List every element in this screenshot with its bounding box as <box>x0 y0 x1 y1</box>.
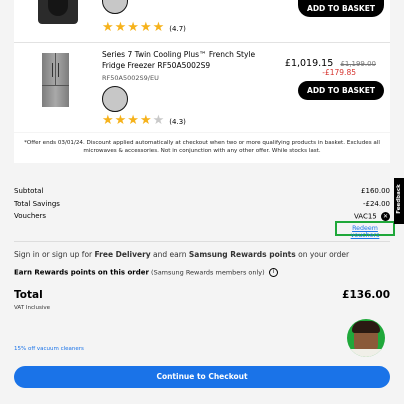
star-rating: ★★★★★ (4.7) <box>102 20 186 35</box>
avatar-hair <box>352 321 380 333</box>
subtotal-value: £160.00 <box>361 187 390 195</box>
savings-label: Total Savings <box>14 200 60 208</box>
free-delivery-text: Free Delivery <box>94 250 151 259</box>
continue-to-checkout-button[interactable]: Continue to Checkout <box>14 366 390 388</box>
total-value: £136.00 <box>342 289 390 301</box>
offer-note-box: *Offer ends 03/01/24. Discount applied a… <box>14 133 390 163</box>
product-card-1: ★★★★★ (4.7) ADD TO BASKET <box>14 0 390 42</box>
signin-prompt: Sign in or sign up for Free Delivery and… <box>14 250 349 259</box>
avatar-shirt <box>351 349 381 357</box>
vat-note: VAT Inclusive <box>14 305 51 311</box>
color-swatch[interactable] <box>102 0 128 14</box>
offer-note: *Offer ends 03/01/24. Discount applied a… <box>24 140 380 154</box>
voucher-code: VAC15 <box>353 212 377 221</box>
color-swatch[interactable] <box>102 86 128 112</box>
earn-rewards-heading: Earn Rewards points on this order <box>14 268 149 277</box>
saving-price: -£179.85 <box>322 68 356 77</box>
feedback-tab[interactable]: Feedback <box>394 178 404 224</box>
product-model: RF50A5002S9/EU <box>102 74 159 82</box>
earn-rewards-note: (Samsung Rewards members only) <box>148 268 265 277</box>
product-title[interactable]: Series 7 Twin Cooling Plus™ French Style… <box>102 49 280 71</box>
rating-value: (4.7) <box>169 25 186 33</box>
signin-post-text: on your order <box>295 250 350 259</box>
divider <box>14 241 390 242</box>
rewards-points-text: Samsung Rewards points <box>188 250 296 259</box>
redeem-vouchers-link[interactable]: Redeem vouchers <box>337 225 393 239</box>
savings-value: -£24.00 <box>362 200 390 208</box>
total-label: Total <box>14 289 43 301</box>
product-image-washer[interactable] <box>38 0 78 24</box>
subtotal-label: Subtotal <box>14 187 44 195</box>
feedback-label: Feedback <box>396 184 402 214</box>
signin-link[interactable]: Sign in or sign up for <box>14 250 95 259</box>
chat-assistant-avatar[interactable] <box>347 319 385 357</box>
signin-mid-text: and earn <box>150 250 189 259</box>
vouchers-label: Vouchers <box>14 212 47 220</box>
product-card-2: Series 7 Twin Cooling Plus™ French Style… <box>14 43 390 132</box>
earn-rewards: Earn Rewards points on this order (Samsu… <box>14 268 278 277</box>
promo-link[interactable]: 15% off vacuum cleaners <box>14 346 84 352</box>
rating-value: (4.3) <box>169 118 186 126</box>
star-rating: ★★★★★ (4.3) <box>102 113 186 128</box>
add-to-basket-button[interactable]: ADD TO BASKET <box>298 0 384 17</box>
product-image-fridge[interactable] <box>42 53 69 107</box>
info-icon[interactable]: i <box>268 268 278 277</box>
add-to-basket-button[interactable]: ADD TO BASKET <box>298 81 384 100</box>
voucher-chip: VAC15 ✕ <box>354 212 390 221</box>
was-price: £1,199.00 <box>340 60 376 68</box>
redeem-vouchers-box: Redeem vouchers <box>335 221 395 239</box>
remove-voucher-icon[interactable]: ✕ <box>381 212 390 221</box>
